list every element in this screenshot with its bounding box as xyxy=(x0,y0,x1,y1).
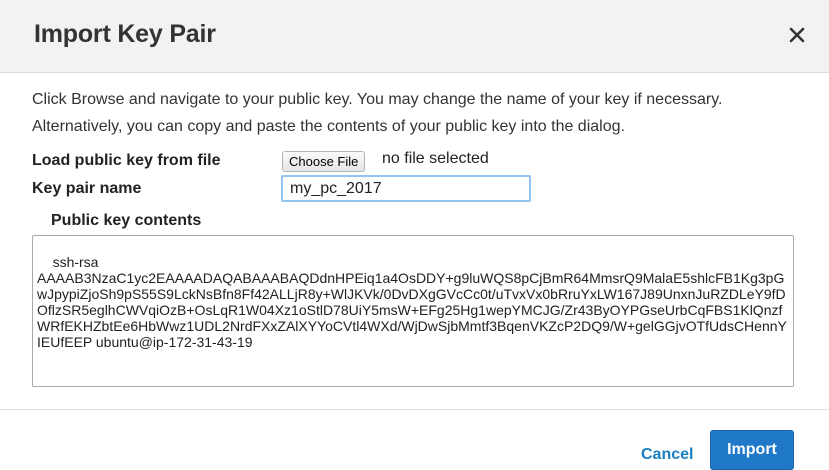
import-key-pair-dialog: Import Key Pair Click Browse and navigat… xyxy=(0,0,829,470)
load-key-label: Load public key from file xyxy=(32,152,221,169)
public-key-label: Public key contents xyxy=(51,212,202,229)
close-icon[interactable] xyxy=(783,21,811,49)
footer-divider xyxy=(0,409,829,410)
resize-handle-icon[interactable] xyxy=(782,375,792,385)
dialog-description: Click Browse and navigate to your public… xyxy=(32,91,723,135)
key-name-input[interactable] xyxy=(281,175,531,202)
import-button[interactable]: Import xyxy=(710,430,794,470)
key-name-label: Key pair name xyxy=(32,180,142,197)
public-key-text: ssh-rsa AAAAB3NzaC1yc2EAAAADAQABAAABAQDd… xyxy=(37,254,787,350)
public-key-textarea[interactable]: ssh-rsa AAAAB3NzaC1yc2EAAAADAQABAAABAQDd… xyxy=(32,235,794,387)
cancel-button[interactable]: Cancel xyxy=(641,446,693,464)
file-status-text: no file selected xyxy=(382,150,489,167)
choose-file-button[interactable]: Choose File xyxy=(282,151,366,172)
dialog-title: Import Key Pair xyxy=(34,20,216,48)
dialog-header: Import Key Pair xyxy=(0,0,829,73)
